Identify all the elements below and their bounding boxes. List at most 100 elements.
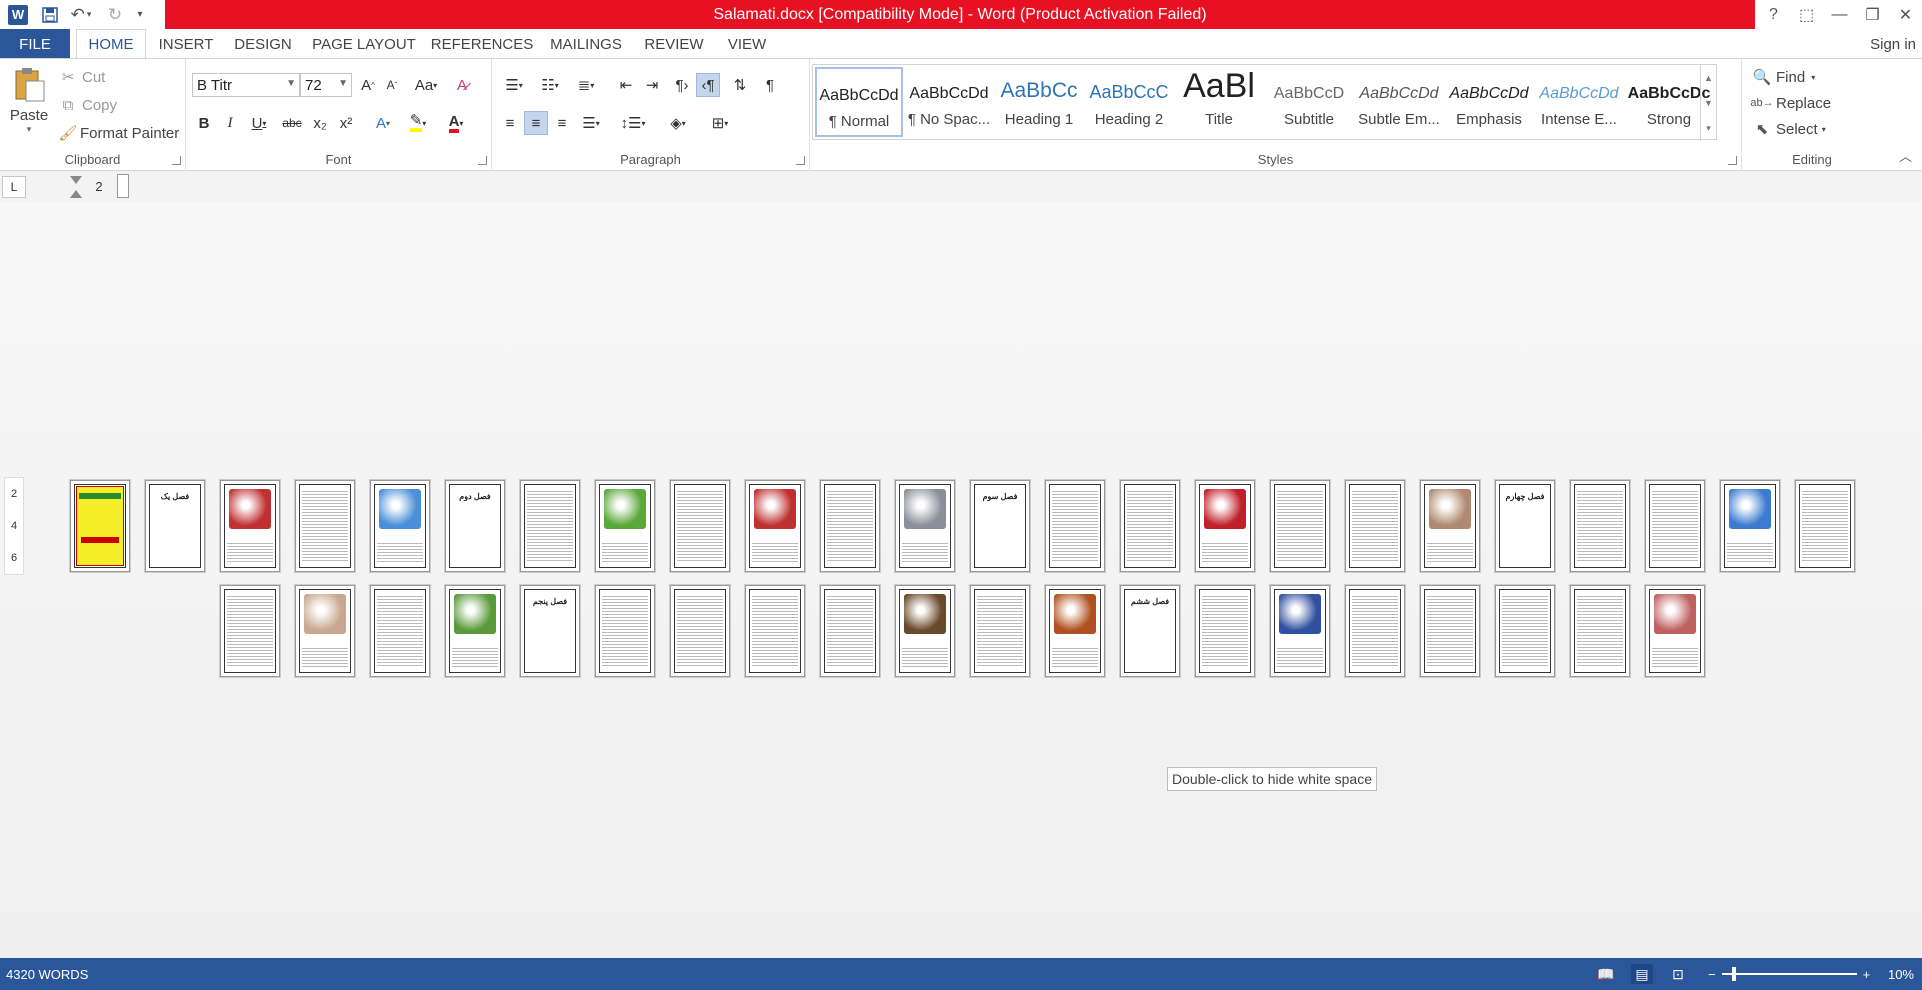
page-thumbnail[interactable] [895, 480, 955, 572]
page-thumbnail[interactable]: فصل چهارم [1495, 480, 1555, 572]
page-thumbnail[interactable] [1195, 585, 1255, 677]
format-painter-button[interactable]: 🖌 Format Painter [58, 123, 179, 143]
page-thumbnail[interactable] [745, 480, 805, 572]
align-right-icon[interactable]: ≡ [550, 111, 574, 135]
justify-icon[interactable]: ☰ ▾ [576, 111, 606, 135]
multilevel-list-icon[interactable]: ≣ ▾ [570, 73, 602, 97]
page-thumbnail[interactable] [1270, 585, 1330, 677]
increase-indent-icon[interactable]: ⇥ [640, 73, 664, 97]
page-thumbnail[interactable] [1420, 585, 1480, 677]
page-thumbnail[interactable] [1720, 480, 1780, 572]
page-thumbnail[interactable] [595, 480, 655, 572]
tab-design[interactable]: DESIGN [232, 29, 294, 59]
page-thumbnail[interactable] [745, 585, 805, 677]
clipboard-dialog-launcher[interactable] [172, 156, 181, 165]
style-heading-1[interactable]: AaBbCc Heading 1 [995, 67, 1083, 137]
page-thumbnail[interactable]: فصل پنجم [520, 585, 580, 677]
tab-file[interactable]: FILE [0, 29, 70, 59]
replace-button[interactable]: ab→ Replace [1750, 93, 1831, 113]
tab-references[interactable]: REFERENCES [431, 29, 534, 59]
subscript-button[interactable]: x₂ [308, 111, 332, 135]
page-thumbnail[interactable] [1270, 480, 1330, 572]
page-thumbnail[interactable] [895, 585, 955, 677]
italic-button[interactable]: I [218, 111, 242, 135]
superscript-button[interactable]: x² [334, 111, 358, 135]
text-effects-icon[interactable]: A ▾ [368, 111, 398, 135]
help-icon[interactable]: ? [1757, 0, 1790, 29]
page-thumbnail[interactable] [1645, 480, 1705, 572]
document-area[interactable]: 2 4 6 فصل یک فصل دوم فصل سوم فصل چهارم فصل پ… [0, 202, 1922, 958]
sign-in-link[interactable]: Sign in [1870, 29, 1916, 59]
font-color-icon[interactable]: A ▾ [440, 111, 472, 135]
page-thumbnail[interactable]: فصل دوم [445, 480, 505, 572]
page-thumbnail[interactable] [1045, 585, 1105, 677]
page-thumbnail[interactable] [1795, 480, 1855, 572]
undo-icon[interactable]: ↶ ▾ [64, 0, 98, 29]
copy-button[interactable]: ⧉ Copy [58, 95, 117, 115]
page-thumbnail[interactable] [1345, 585, 1405, 677]
page-thumbnail[interactable] [1570, 480, 1630, 572]
shrink-font-button[interactable]: Aˇ [380, 73, 404, 97]
line-spacing-icon[interactable]: ↕☰ ▾ [616, 111, 650, 135]
page-thumbnail[interactable] [70, 480, 130, 572]
redo-icon[interactable]: ↻ [98, 0, 132, 29]
hanging-indent-marker[interactable] [70, 190, 82, 198]
styles-dialog-launcher[interactable] [1728, 156, 1737, 165]
zoom-slider[interactable]: − + [1708, 958, 1870, 990]
style-normal[interactable]: AaBbCcDd ¶ Normal [815, 67, 903, 137]
customize-qat-icon[interactable]: ▾ [132, 0, 148, 29]
align-center-icon[interactable]: ≡ [524, 111, 548, 135]
page-thumbnail[interactable]: فصل ششم [1120, 585, 1180, 677]
style-subtle-emphasis[interactable]: AaBbCcDd Subtle Em... [1355, 67, 1443, 137]
page-thumbnail[interactable]: فصل سوم [970, 480, 1030, 572]
paragraph-dialog-launcher[interactable] [796, 156, 805, 165]
collapse-ribbon-icon[interactable]: ︿ [1899, 146, 1912, 165]
ribbon-display-options-icon[interactable]: ⬚ [1790, 0, 1823, 29]
styles-gallery-scroll[interactable]: ▲ ▼ ▾ [1700, 65, 1716, 141]
zoom-percent[interactable]: 10% [1888, 958, 1914, 990]
page-thumbnail[interactable] [970, 585, 1030, 677]
page-thumbnail[interactable] [820, 585, 880, 677]
tab-view[interactable]: VIEW [722, 29, 772, 59]
tab-selector[interactable]: L [2, 176, 26, 198]
web-layout-icon[interactable]: ⊡ [1667, 964, 1689, 984]
page-thumbnail[interactable] [1195, 480, 1255, 572]
style-title[interactable]: AaBl Title [1175, 67, 1263, 137]
change-case-button[interactable]: Aa ▾ [410, 73, 442, 97]
font-size-combo[interactable]: 72 ▼ [300, 73, 352, 97]
page-thumbnail[interactable] [1045, 480, 1105, 572]
rtl-direction-icon[interactable]: ‹¶ [696, 73, 720, 97]
style-emphasis[interactable]: AaBbCcDd Emphasis [1445, 67, 1533, 137]
style-subtitle[interactable]: AaBbCcD Subtitle [1265, 67, 1353, 137]
ltr-direction-icon[interactable]: ¶› [670, 73, 694, 97]
print-layout-icon[interactable]: ▤ [1631, 964, 1653, 984]
decrease-indent-icon[interactable]: ⇤ [614, 73, 638, 97]
save-icon[interactable] [36, 0, 64, 29]
page-thumbnail[interactable] [370, 585, 430, 677]
style-no-spacing[interactable]: AaBbCcDd ¶ No Spac... [905, 67, 993, 137]
strikethrough-button[interactable]: abc [278, 111, 306, 135]
shading-icon[interactable]: ◈ ▾ [662, 111, 694, 135]
page-thumbnail[interactable] [595, 585, 655, 677]
word-app-icon[interactable]: W [0, 0, 36, 29]
bullets-icon[interactable]: ☰ ▾ [498, 73, 530, 97]
page-thumbnail[interactable] [1120, 480, 1180, 572]
clear-formatting-icon[interactable]: A̷ [450, 73, 474, 97]
page-thumbnail[interactable] [670, 585, 730, 677]
underline-button[interactable]: U ▾ [244, 111, 274, 135]
paste-button[interactable]: Paste ▾ [8, 67, 50, 157]
page-thumbnail[interactable] [1645, 585, 1705, 677]
close-icon[interactable]: ✕ [1889, 0, 1922, 29]
style-intense-emphasis[interactable]: AaBbCcDd Intense E... [1535, 67, 1623, 137]
word-count[interactable]: 4320 WORDS [6, 958, 88, 990]
zoom-thumb[interactable] [1731, 967, 1736, 981]
grow-font-button[interactable]: A ^ [356, 73, 380, 97]
page-thumbnail[interactable] [1495, 585, 1555, 677]
font-name-combo[interactable]: B Titr ▼ [192, 73, 300, 97]
style-heading-2[interactable]: AaBbCcC Heading 2 [1085, 67, 1173, 137]
page-thumbnail[interactable] [670, 480, 730, 572]
borders-icon[interactable]: ⊞ ▾ [704, 111, 736, 135]
find-button[interactable]: 🔍 Find ▾ [1752, 67, 1816, 87]
scroll-down-icon[interactable]: ▼ [1704, 98, 1713, 108]
page-thumbnail[interactable] [445, 585, 505, 677]
